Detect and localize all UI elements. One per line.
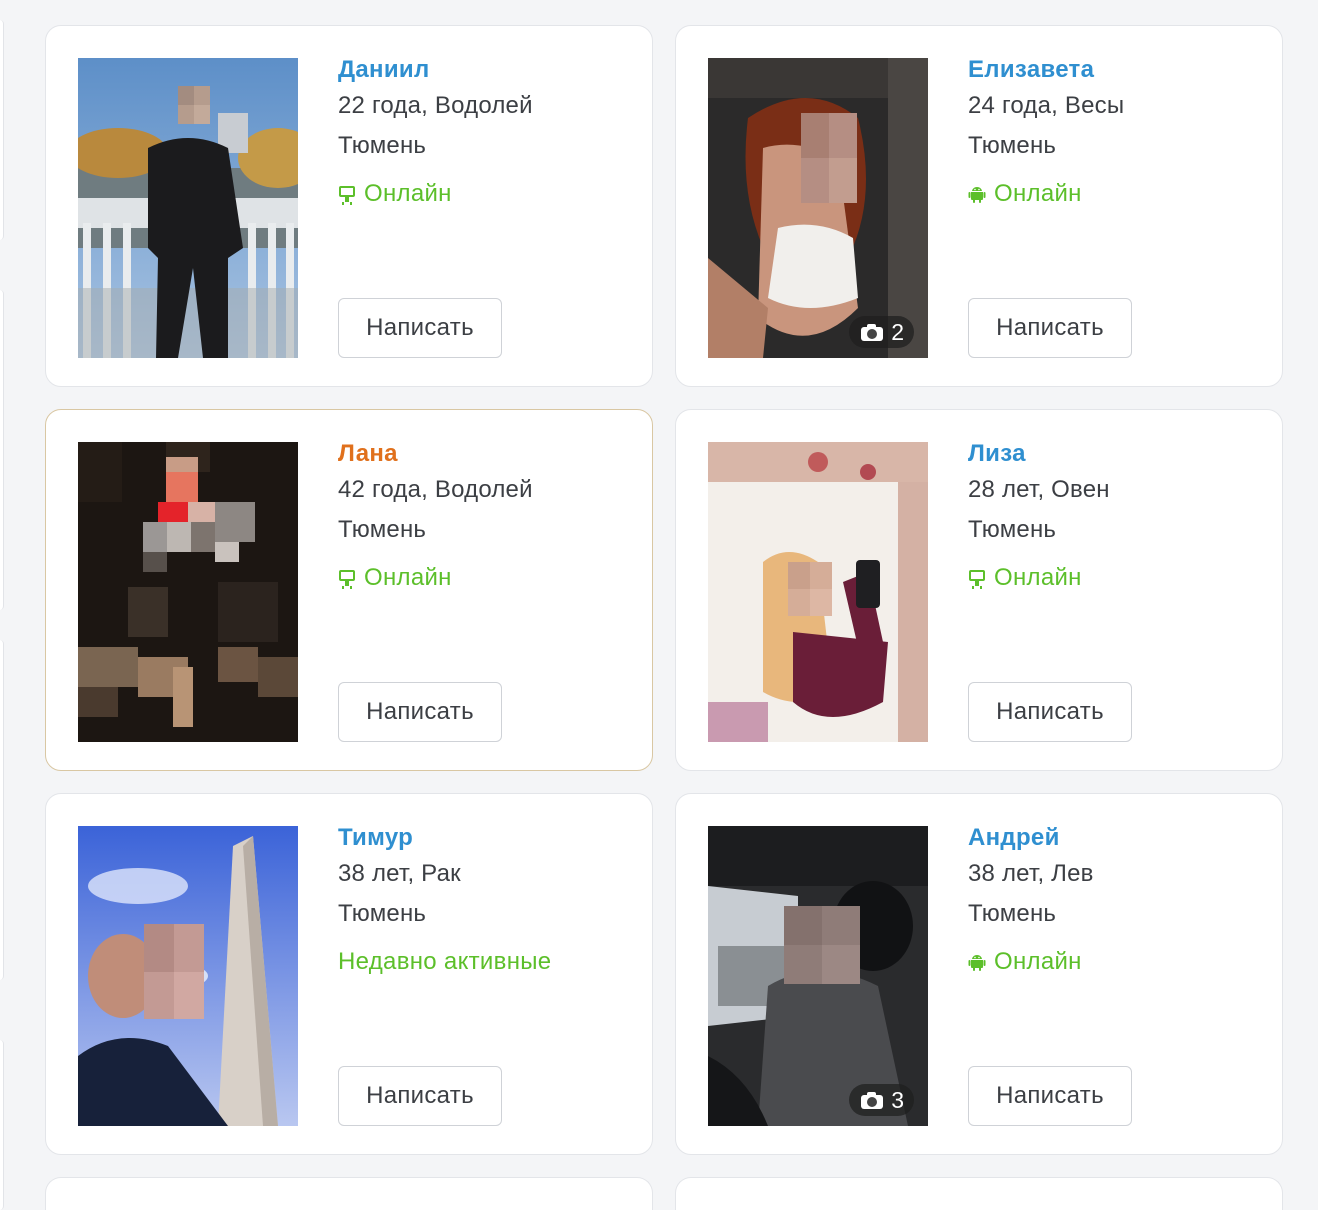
profile-card-partial xyxy=(675,1177,1283,1210)
profile-age-sign: 38 лет, Рак xyxy=(338,860,461,887)
online-status-label: Онлайн xyxy=(994,564,1082,591)
online-status-label: Онлайн xyxy=(994,948,1082,975)
monitor-icon xyxy=(338,185,356,203)
profile-photo[interactable] xyxy=(78,58,298,358)
profile-name-link[interactable]: Лана xyxy=(338,438,638,470)
profile-card-highlighted: Лана 42 года, Водолей Тюмень Онлайн Напи… xyxy=(45,409,653,771)
write-message-button[interactable]: Написать xyxy=(968,1066,1132,1126)
profile-age-sign: 28 лет, Овен xyxy=(968,476,1110,503)
online-status-label: Онлайн xyxy=(364,564,452,591)
camera-icon xyxy=(861,1091,884,1109)
photo-count-badge[interactable]: 3 xyxy=(849,1084,914,1116)
monitor-icon xyxy=(338,569,356,587)
online-status: Онлайн xyxy=(338,562,638,594)
profile-card: Даниил 22 года, Водолей Тюмень Онлайн На… xyxy=(45,25,653,387)
android-icon xyxy=(968,185,986,203)
profile-photo-image xyxy=(708,442,928,742)
recently-active-status: Недавно активные xyxy=(338,946,638,978)
photo-count: 2 xyxy=(891,318,904,345)
profile-photo-image xyxy=(708,826,928,1126)
profile-photo[interactable] xyxy=(78,442,298,742)
online-status: Онлайн xyxy=(968,178,1268,210)
profile-photo-image-pixelated xyxy=(78,442,298,742)
profile-name-link[interactable]: Лиза xyxy=(968,438,1268,470)
write-message-button[interactable]: Написать xyxy=(338,298,502,358)
profile-photo[interactable] xyxy=(708,442,928,742)
profile-photo-image xyxy=(78,58,298,358)
profile-info: Лиза 28 лет, Овен Тюмень Онлайн xyxy=(968,438,1268,594)
left-panel-edge xyxy=(0,0,6,1210)
online-status: Онлайн xyxy=(338,178,638,210)
profile-card: 3 Андрей 38 лет, Лев Тюмень Онлайн Напис… xyxy=(675,793,1283,1155)
profile-photo[interactable]: 2 xyxy=(708,58,928,358)
profile-info: Лана 42 года, Водолей Тюмень Онлайн xyxy=(338,438,638,594)
profile-card: Лиза 28 лет, Овен Тюмень Онлайн Написать xyxy=(675,409,1283,771)
profile-age-sign: 38 лет, Лев xyxy=(968,860,1094,887)
online-status-label: Онлайн xyxy=(994,180,1082,207)
profile-photo-image xyxy=(78,826,298,1126)
camera-icon xyxy=(861,323,884,341)
profile-info: Андрей 38 лет, Лев Тюмень Онлайн xyxy=(968,822,1268,978)
profile-city: Тюмень xyxy=(968,516,1057,543)
profile-grid-page: Даниил 22 года, Водолей Тюмень Онлайн На… xyxy=(0,0,1318,1210)
write-message-button[interactable]: Написать xyxy=(338,682,502,742)
profile-card: Тимур 38 лет, Рак Тюмень Недавно активны… xyxy=(45,793,653,1155)
write-message-button[interactable]: Написать xyxy=(968,682,1132,742)
profile-city: Тюмень xyxy=(338,132,427,159)
profile-photo-image xyxy=(708,58,928,358)
profile-name-link[interactable]: Андрей xyxy=(968,822,1268,854)
profile-city: Тюмень xyxy=(338,900,427,927)
monitor-icon xyxy=(968,569,986,587)
profile-card-partial xyxy=(45,1177,653,1210)
profile-info: Тимур 38 лет, Рак Тюмень Недавно активны… xyxy=(338,822,638,978)
profile-name-link[interactable]: Даниил xyxy=(338,54,638,86)
online-status-label: Недавно активные xyxy=(338,948,552,975)
profile-age-sign: 24 года, Весы xyxy=(968,92,1125,119)
profile-age-sign: 22 года, Водолей xyxy=(338,92,533,119)
profile-name-link[interactable]: Елизавета xyxy=(968,54,1268,86)
profile-photo[interactable] xyxy=(78,826,298,1126)
online-status: Онлайн xyxy=(968,946,1268,978)
profile-city: Тюмень xyxy=(968,132,1057,159)
profile-city: Тюмень xyxy=(968,900,1057,927)
profile-age-sign: 42 года, Водолей xyxy=(338,476,533,503)
profile-card: 2 Елизавета 24 года, Весы Тюмень Онлайн … xyxy=(675,25,1283,387)
write-message-button[interactable]: Написать xyxy=(968,298,1132,358)
profile-name-link[interactable]: Тимур xyxy=(338,822,638,854)
online-status-label: Онлайн xyxy=(364,180,452,207)
profile-city: Тюмень xyxy=(338,516,427,543)
profile-info: Даниил 22 года, Водолей Тюмень Онлайн xyxy=(338,54,638,210)
write-message-button[interactable]: Написать xyxy=(338,1066,502,1126)
photo-count: 3 xyxy=(891,1086,904,1113)
online-status: Онлайн xyxy=(968,562,1268,594)
photo-count-badge[interactable]: 2 xyxy=(849,316,914,348)
android-icon xyxy=(968,953,986,971)
profile-photo[interactable]: 3 xyxy=(708,826,928,1126)
profile-info: Елизавета 24 года, Весы Тюмень Онлайн xyxy=(968,54,1268,210)
